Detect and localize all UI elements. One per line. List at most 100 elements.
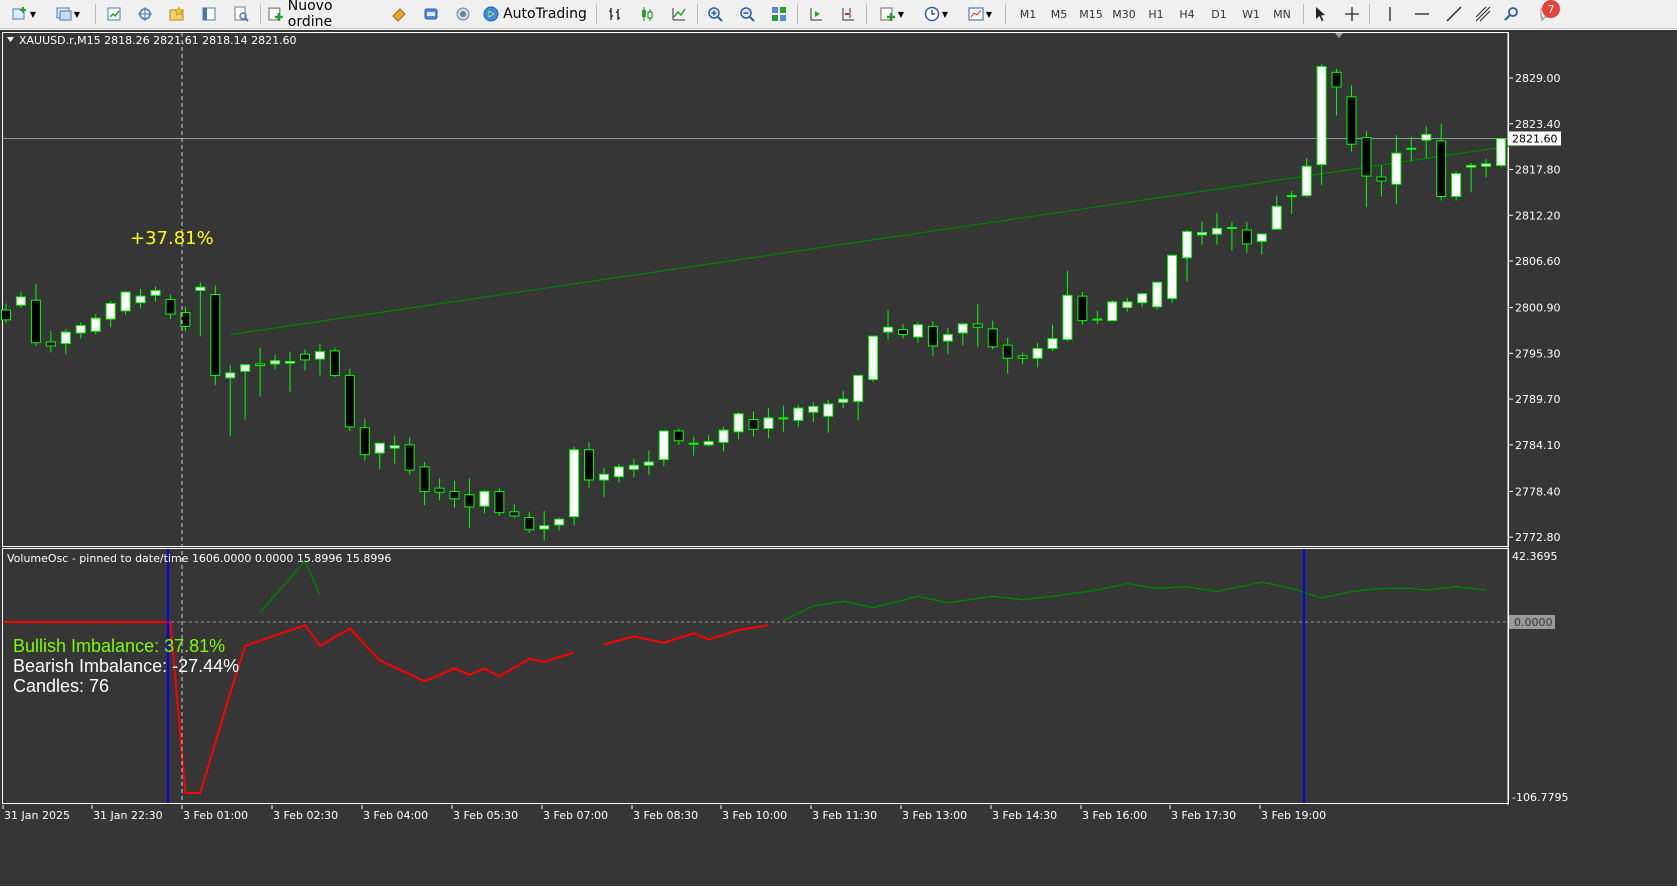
- candle-body: [1062, 294, 1073, 340]
- candle: [957, 323, 968, 346]
- timeframe-m1-button[interactable]: M1: [1014, 3, 1042, 25]
- search-button[interactable]: [1500, 3, 1522, 25]
- candlestick-button[interactable]: [635, 3, 659, 25]
- chart-menu-arrow[interactable]: [7, 37, 14, 42]
- candle: [1211, 212, 1222, 245]
- candle-body: [1197, 231, 1207, 236]
- price-label: 2784.10: [1515, 439, 1561, 452]
- candle: [1256, 233, 1267, 255]
- price-label: 2772.80: [1515, 531, 1561, 544]
- indicators-button[interactable]: ▼: [873, 3, 911, 25]
- candle-body: [1167, 254, 1178, 300]
- market-watch-button[interactable]: [102, 3, 126, 25]
- profiles-button[interactable]: ▼: [48, 3, 88, 25]
- candle: [314, 344, 325, 376]
- new-chart-button[interactable]: ▼: [4, 3, 44, 25]
- candle: [240, 364, 251, 420]
- candle: [1361, 131, 1372, 208]
- chart-shift-button[interactable]: [836, 3, 860, 25]
- data-window-icon: [202, 7, 216, 21]
- vertical-line-button[interactable]: [1379, 3, 1401, 25]
- line-chart-button[interactable]: [667, 3, 691, 25]
- chart-canvas[interactable]: 2829.00 2823.40 2817.80 2812.20 2806.60 2800.…: [0, 30, 1677, 886]
- time-label: 3 Feb 05:30: [453, 809, 518, 822]
- fibonacci-button[interactable]: [1472, 3, 1494, 25]
- candle: [688, 436, 699, 456]
- zoom-in-button[interactable]: [703, 3, 727, 25]
- periods-button[interactable]: ▼: [917, 3, 955, 25]
- time-label: 3 Feb 16:00: [1082, 809, 1147, 822]
- auto-scroll-button[interactable]: [804, 3, 828, 25]
- autotrading-button[interactable]: AutoTrading: [482, 3, 588, 25]
- candle: [1107, 300, 1118, 322]
- candle: [1316, 64, 1327, 186]
- oscillator-header: VolumeOsc - pinned to date/time 1606.000…: [7, 552, 391, 565]
- candle: [374, 442, 385, 470]
- candle: [1047, 324, 1058, 351]
- timeframe-mn-button[interactable]: MN: [1268, 3, 1296, 25]
- bar-chart-icon: [609, 8, 620, 20]
- timeframe-h1-button[interactable]: H1: [1142, 3, 1170, 25]
- candle: [300, 349, 310, 371]
- candle: [987, 320, 998, 350]
- candle-body: [1496, 137, 1506, 166]
- candle: [225, 364, 236, 436]
- candle: [509, 503, 520, 518]
- candle: [584, 442, 595, 489]
- time-label: 3 Feb 04:00: [363, 809, 428, 822]
- market-button[interactable]: [419, 3, 443, 25]
- candle: [1331, 69, 1342, 116]
- candle-body: [1406, 147, 1417, 150]
- bullish-line: [783, 581, 1487, 622]
- trendline-button[interactable]: [1443, 3, 1465, 25]
- bearish-line: [603, 624, 769, 646]
- trendline: [230, 137, 1561, 336]
- strategy-tester-button[interactable]: [229, 3, 253, 25]
- horizontal-line-button[interactable]: [1411, 3, 1433, 25]
- notifications-button[interactable]: 7: [1528, 0, 1564, 25]
- candle-body: [883, 326, 894, 333]
- candle-body: [1271, 205, 1282, 230]
- navigator-button[interactable]: [133, 3, 157, 25]
- crosshair-button[interactable]: [1341, 3, 1363, 25]
- candle: [539, 511, 550, 541]
- bar-chart-button[interactable]: [603, 3, 627, 25]
- candle: [569, 446, 580, 526]
- candle-body: [75, 325, 86, 334]
- candle: [1406, 136, 1417, 162]
- favorites-button[interactable]: [165, 3, 189, 25]
- cursor-button[interactable]: [1309, 3, 1331, 25]
- signals-button[interactable]: [451, 3, 475, 25]
- new-order-button[interactable]: Nuovo ordine: [268, 0, 380, 30]
- timeframe-m5-button[interactable]: M5: [1045, 3, 1073, 25]
- candle: [1301, 158, 1312, 198]
- candle-body: [374, 442, 385, 454]
- data-window-button[interactable]: [197, 3, 221, 25]
- timeframe-w1-button[interactable]: W1: [1237, 3, 1265, 25]
- candle-body: [1002, 344, 1013, 359]
- tile-windows-button[interactable]: [767, 3, 791, 25]
- candle: [942, 328, 953, 355]
- autotrading-icon: [483, 6, 499, 22]
- candle-body: [1376, 176, 1387, 182]
- candle: [105, 301, 116, 328]
- zoom-in-icon: [708, 7, 723, 22]
- zoom-out-button[interactable]: [735, 3, 759, 25]
- bearish-imbalance-label: Bearish Imbalance: -27.44%: [13, 656, 240, 676]
- price-label: 2817.80: [1515, 164, 1561, 177]
- timeframe-h4-button[interactable]: H4: [1173, 3, 1201, 25]
- time-label: 31 Jan 22:30: [93, 809, 163, 822]
- candle-body: [1301, 165, 1312, 197]
- profiles-icon: [56, 7, 72, 21]
- candle: [972, 304, 983, 347]
- chart-window[interactable]: 2829.00 2823.40 2817.80 2812.20 2806.60 2800.…: [0, 30, 1677, 886]
- timeframe-d1-button[interactable]: D1: [1205, 3, 1233, 25]
- candle-body: [1137, 293, 1148, 304]
- templates-button[interactable]: ▼: [961, 3, 999, 25]
- timeframe-m30-button[interactable]: M30: [1110, 3, 1138, 25]
- candle: [135, 288, 146, 309]
- candle-body: [972, 323, 983, 328]
- timeframe-m15-button[interactable]: M15: [1077, 3, 1105, 25]
- candle-body: [1361, 137, 1372, 177]
- metaeditor-button[interactable]: [387, 3, 411, 25]
